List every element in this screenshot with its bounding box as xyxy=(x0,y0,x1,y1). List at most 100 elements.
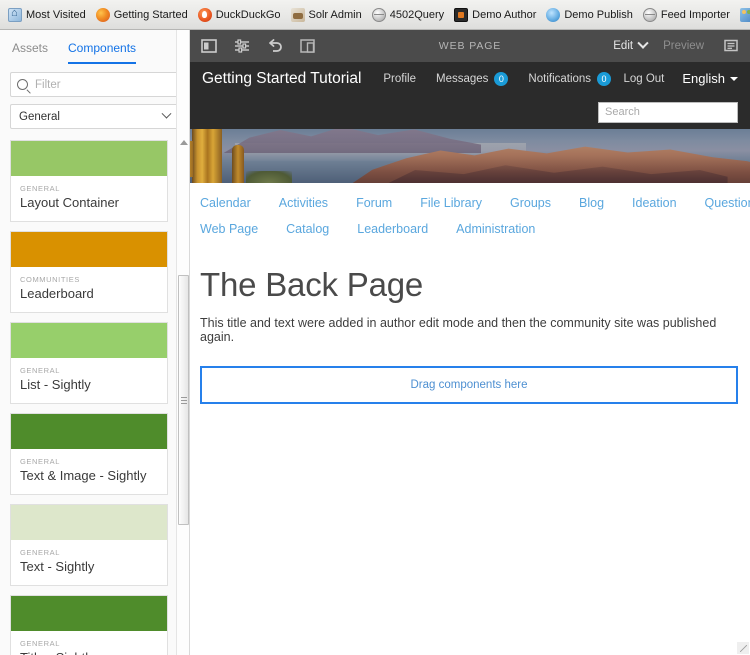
dropzone-label: Drag components here xyxy=(410,379,528,391)
undo-icon[interactable] xyxy=(264,35,286,57)
bookmark-item[interactable]: 4502Query xyxy=(368,6,450,24)
rail-scrollbar[interactable] xyxy=(176,30,190,655)
preview-button[interactable]: Preview xyxy=(663,40,704,52)
users-icon xyxy=(739,7,750,22)
page-body-text: This title and text were added in author… xyxy=(200,316,717,344)
bookmark-item[interactable]: Demo Publish xyxy=(542,6,638,24)
component-title: Layout Container xyxy=(20,195,120,210)
page-properties-icon[interactable] xyxy=(231,35,253,57)
scrollbar-thumb[interactable] xyxy=(178,275,189,525)
bookmark-item[interactable]: Solr Admin xyxy=(287,6,368,24)
community-nav-row-1: Calendar Activities Forum File Library G… xyxy=(200,196,750,210)
nav-label: Notifications xyxy=(528,72,592,85)
bookmark-label: Getting Started xyxy=(113,8,188,21)
component-category: GENERAL xyxy=(20,366,61,375)
editor-toolbar: WEB PAGE Edit Preview xyxy=(190,30,750,62)
language-label: English xyxy=(682,71,725,86)
language-selector[interactable]: English xyxy=(682,71,738,86)
page-editor: WEB PAGE Edit Preview Getting Started Tu… xyxy=(190,30,750,655)
site-nav: Profile Messages 0 Notifications 0 xyxy=(383,71,612,86)
community-nav-row-2: Web Page Catalog Leaderboard Administrat… xyxy=(200,222,750,236)
nav-link-activities[interactable]: Activities xyxy=(279,196,328,210)
solr-icon xyxy=(290,7,305,22)
component-card[interactable]: GENERAL Layout Container xyxy=(10,140,168,222)
nav-link-file-library[interactable]: File Library xyxy=(420,196,482,210)
filter-input[interactable] xyxy=(28,78,189,91)
component-card[interactable]: COMMUNITIES Leaderboard xyxy=(10,231,168,313)
nav-link-blog[interactable]: Blog xyxy=(579,196,604,210)
hero-banner xyxy=(190,95,750,183)
bookmark-item[interactable]: Getting Started xyxy=(92,6,194,24)
component-card[interactable]: GENERAL Text - Sightly xyxy=(10,504,168,586)
side-panel-icon[interactable] xyxy=(198,35,220,57)
rail-tabs: Assets Components xyxy=(0,30,189,64)
caret-down-icon xyxy=(730,76,738,81)
bookmark-item[interactable]: Demo Author xyxy=(450,6,542,24)
site-header: Getting Started Tutorial Profile Message… xyxy=(190,62,750,95)
messages-badge: 0 xyxy=(494,71,509,86)
search-input[interactable] xyxy=(598,101,738,123)
component-thumbnail xyxy=(11,232,167,267)
firefox-icon xyxy=(95,7,110,22)
bookmark-item[interactable]: Most Visited xyxy=(4,6,92,24)
component-category: GENERAL xyxy=(20,639,61,648)
page-title: The Back Page xyxy=(200,266,424,303)
bookmark-label: Demo Publish xyxy=(564,8,633,21)
components-side-rail: Assets Components ✕ General GENERAL Layo… xyxy=(0,30,190,655)
hero-image-desert-sunset xyxy=(190,129,750,183)
component-card-list[interactable]: GENERAL Layout Container COMMUNITIES Lea… xyxy=(0,134,178,655)
component-group-value: General xyxy=(19,110,60,123)
bookmark-item[interactable]: 4503 useradmin xyxy=(736,6,750,24)
site-brand[interactable]: Getting Started Tutorial xyxy=(202,70,361,88)
component-card[interactable]: GENERAL Text & Image - Sightly xyxy=(10,413,168,495)
nav-link-forum[interactable]: Forum xyxy=(356,196,392,210)
chevron-down-icon xyxy=(637,37,649,49)
component-category: GENERAL xyxy=(20,457,61,466)
bookmark-label: Solr Admin xyxy=(308,8,362,21)
nav-link-questions-and-answers[interactable]: Questions and Answers xyxy=(705,196,750,210)
component-thumbnail xyxy=(11,323,167,358)
component-title: Title - Sightly xyxy=(20,650,158,655)
editor-mode-label: Edit xyxy=(613,40,634,52)
duckduckgo-icon xyxy=(197,7,212,22)
logout-link[interactable]: Log Out xyxy=(623,73,664,85)
component-card[interactable]: GENERAL List - Sightly xyxy=(10,322,168,404)
nav-link-catalog[interactable]: Catalog xyxy=(286,222,329,236)
nav-messages[interactable]: Messages 0 xyxy=(436,71,509,86)
search-icon xyxy=(17,79,28,90)
page-content: The Back Page This title and text were a… xyxy=(190,236,750,404)
emulator-icon[interactable] xyxy=(297,35,319,57)
bookmark-label: Most Visited xyxy=(26,8,86,21)
nav-link-leaderboard[interactable]: Leaderboard xyxy=(357,222,428,236)
filter-row: ✕ xyxy=(0,64,189,97)
nav-notifications[interactable]: Notifications 0 xyxy=(528,71,612,86)
window-resize-grip[interactable] xyxy=(737,642,749,654)
search-strip xyxy=(190,95,750,129)
nav-link-calendar[interactable]: Calendar xyxy=(200,196,251,210)
page-info-icon[interactable] xyxy=(720,35,742,57)
component-thumbnail xyxy=(11,596,167,631)
nav-link-ideation[interactable]: Ideation xyxy=(632,196,676,210)
cactus-arm xyxy=(190,141,193,177)
bookmark-label: Demo Author xyxy=(472,8,537,21)
nav-profile[interactable]: Profile xyxy=(383,73,416,85)
community-nav: Calendar Activities Forum File Library G… xyxy=(190,183,750,236)
editor-mode-selector[interactable]: Edit xyxy=(613,37,649,52)
demo-author-icon xyxy=(454,7,469,22)
tab-components[interactable]: Components xyxy=(68,41,137,64)
component-title: List - Sightly xyxy=(20,377,91,392)
tab-assets[interactable]: Assets xyxy=(12,41,48,64)
nav-link-web-page[interactable]: Web Page xyxy=(200,222,258,236)
demo-publish-icon xyxy=(546,7,561,22)
component-dropzone[interactable]: Drag components here xyxy=(200,366,738,404)
filter-box[interactable]: ✕ xyxy=(10,72,189,97)
component-card[interactable]: GENERAL Title - Sightly xyxy=(10,595,168,655)
bookmark-item[interactable]: Feed Importer xyxy=(639,6,736,24)
component-group-select[interactable]: General xyxy=(10,104,179,129)
nav-link-administration[interactable]: Administration xyxy=(456,222,535,236)
hero-far-ridge xyxy=(223,129,482,153)
notifications-badge: 0 xyxy=(597,71,612,86)
bookmark-item[interactable]: DuckDuckGo xyxy=(194,6,287,24)
nav-link-groups[interactable]: Groups xyxy=(510,196,551,210)
scroll-up-arrow-icon[interactable] xyxy=(180,140,188,145)
